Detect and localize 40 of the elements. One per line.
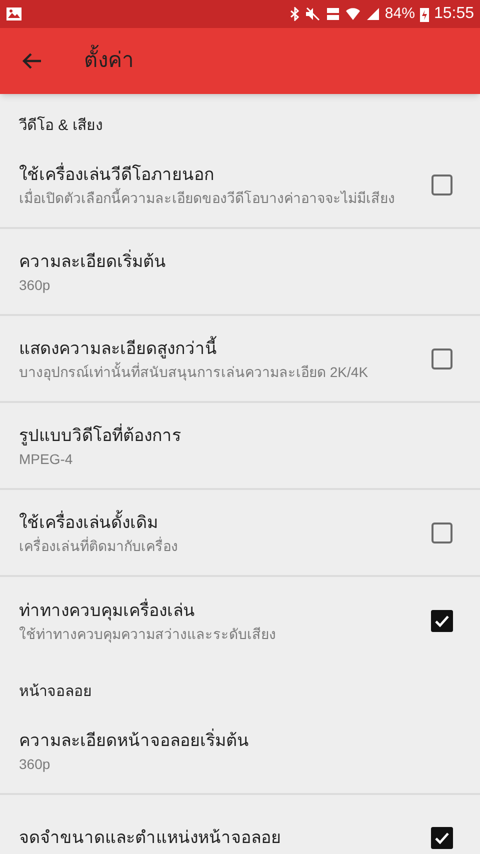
- section-header: วีดีโอ & เสียง: [19, 117, 102, 134]
- setting-title: ความละเอียดหน้าจอลอยเริ่มต้น: [19, 728, 250, 752]
- setting-summary: เมื่อเปิดตัวเลือกนี้ความละเอียดของวีดีโอบางค่าอาจจะไม่มีเสียง: [19, 188, 396, 208]
- settings-row[interactable]: ความละเอียดหน้าจอลอยเริ่มต้น 360p: [0, 708, 480, 795]
- section-header: หน้าจอลอย: [19, 683, 92, 700]
- settings-row[interactable]: ใช้เครื่องเล่นวีดีโอภายนอก เมื่อเปิดตัวเลือกนี้ความละเอียดของวีดีโอบางค่าอาจจะไม่มีเสียง: [0, 142, 480, 229]
- image-icon: [6, 7, 22, 21]
- wifi-icon: [344, 7, 361, 21]
- setting-title: รูปแบบวิดีโอที่ต้องการ: [19, 422, 182, 448]
- checkbox[interactable]: [431, 610, 453, 632]
- battery-percent: 84%: [384, 4, 415, 24]
- checkbox[interactable]: [431, 522, 453, 544]
- bluetooth-icon: [290, 7, 300, 21]
- setting-title: ความละเอียดเริ่มต้น: [19, 248, 167, 272]
- back-arrow-icon: [22, 52, 42, 70]
- setting-title: ท่าทางควบคุมเครื่องเล่น: [19, 598, 196, 622]
- settings-row[interactable]: ความละเอียดเริ่มต้น 360p: [0, 229, 480, 316]
- mute-icon: [304, 7, 321, 21]
- setting-title: ใช้เครื่องเล่นดั้งเดิม: [19, 510, 401, 536]
- settings-row[interactable]: ท่าทางควบคุมเครื่องเล่น ใช้ท่าทางควบคุมความสว่างและระดับเสียง: [0, 577, 480, 664]
- checkbox[interactable]: [431, 348, 453, 370]
- setting-summary: เครื่องเล่นที่ติดมากับเครื่อง: [19, 536, 179, 556]
- setting-title: แสดงความละเอียดสูงกว่านี้: [19, 336, 401, 362]
- clock: 15:55: [434, 4, 474, 24]
- settings-row[interactable]: แสดงความละเอียดสูงกว่านี้ บางอุปกรณ์เท่านั้นที่สนับสนุนการเล่นความละเอียด 2K/4K: [0, 316, 480, 403]
- settings-row[interactable]: รูปแบบวิดีโอที่ต้องการ MPEG-4: [0, 403, 480, 490]
- checkbox[interactable]: [431, 174, 453, 196]
- settings-row[interactable]: จดจำขนาดและตำแหน่งหน้าจอลอย: [0, 795, 480, 854]
- setting-summary: 360p: [19, 754, 52, 774]
- battery-icon: [420, 6, 429, 22]
- setting-title: จดจำขนาดและตำแหน่งหน้าจอลอย: [19, 826, 282, 848]
- setting-summary: บางอุปกรณ์เท่านั้นที่สนับสนุนการเล่นความละเอียด 2K/4K: [19, 362, 370, 382]
- screen-title: ตั้งค่า: [84, 45, 134, 77]
- setting-summary: MPEG-4: [19, 450, 74, 468]
- setting-summary: 360p: [19, 276, 52, 294]
- setting-summary: ใช้ท่าทางควบคุมความสว่างและระดับเสียง: [19, 624, 277, 644]
- signal-icon: [366, 7, 380, 21]
- checkbox[interactable]: [431, 826, 453, 848]
- setting-title: ใช้เครื่องเล่นวีดีโอภายนอก: [19, 162, 215, 186]
- settings-row[interactable]: ใช้เครื่องเล่นดั้งเดิม เครื่องเล่นที่ติดมากับเครื่อง: [0, 490, 480, 577]
